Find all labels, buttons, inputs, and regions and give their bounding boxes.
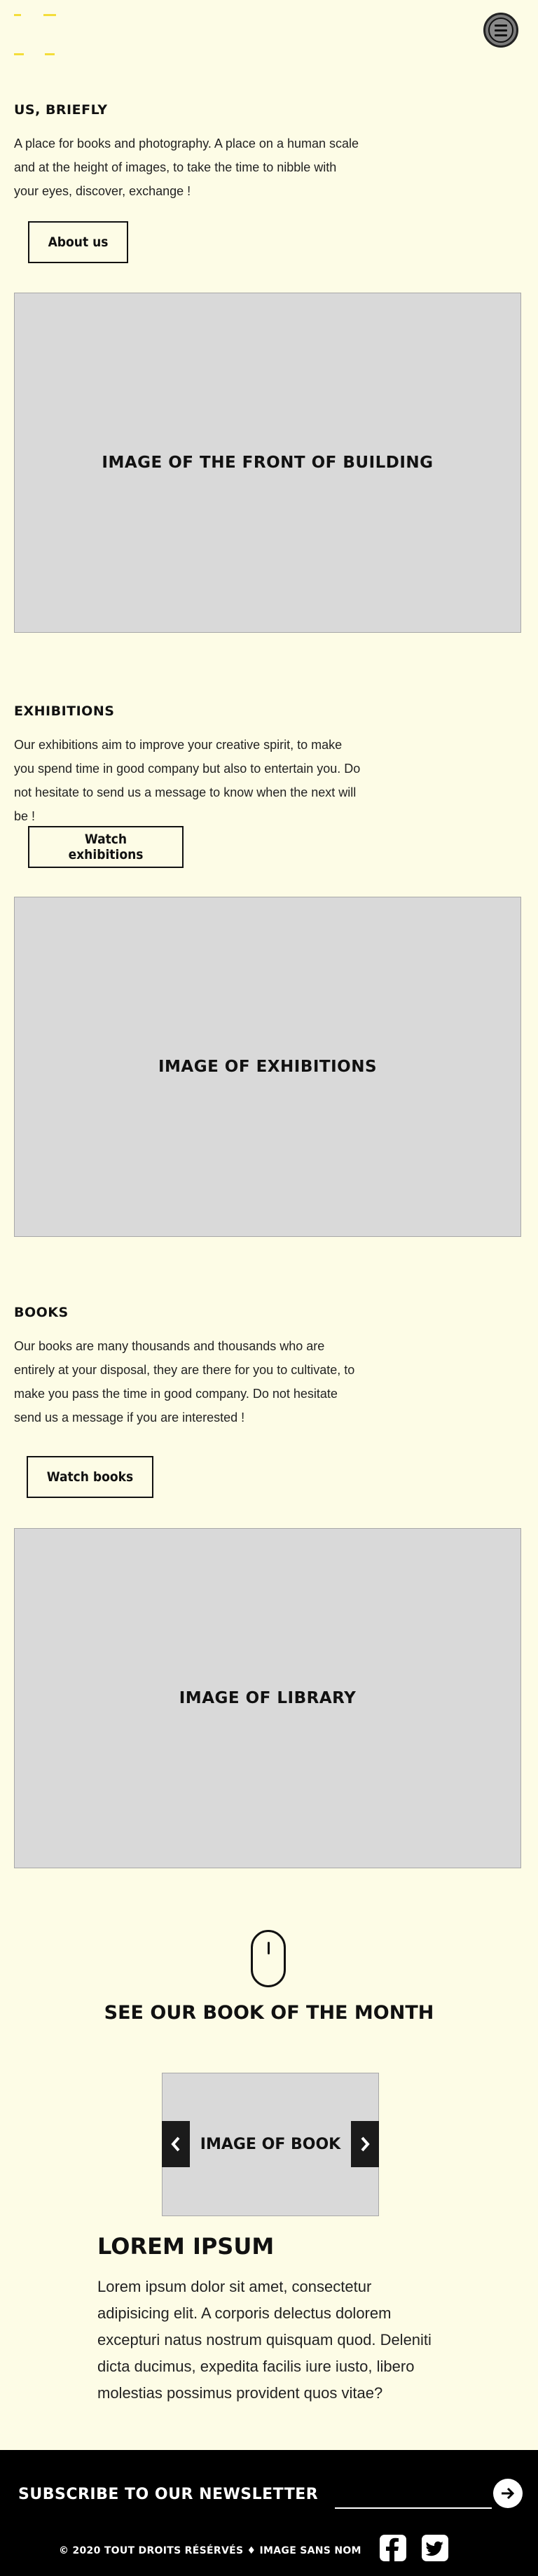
- about-text: A place for books and photography. A pla…: [14, 136, 359, 198]
- mouse-scroll-icon: [251, 1930, 286, 1987]
- book-carousel: IMAGE OF BOOK: [162, 2073, 379, 2216]
- facebook-icon: [380, 2535, 406, 2561]
- facebook-link[interactable]: [379, 2534, 407, 2562]
- books-title: BOOKS: [14, 1305, 69, 1320]
- twitter-icon: [422, 2535, 448, 2561]
- about-title: US, BRIEFLY: [14, 102, 108, 118]
- watch-exhibitions-button[interactable]: Watch exhibitions: [28, 826, 184, 868]
- chevron-right-icon: [361, 2136, 370, 2152]
- hamburger-icon: [488, 18, 513, 43]
- library-image: IMAGE OF LIBRARY: [14, 1528, 521, 1868]
- exhibitions-title: EXHIBITIONS: [14, 704, 115, 719]
- book-title: LOREM IPSUM: [97, 2233, 275, 2260]
- newsletter-label: SUBSCRIBE TO OUR NEWSLETTER: [18, 2486, 319, 2503]
- about-us-button[interactable]: About us: [28, 221, 128, 263]
- book-of-month-title: SEE OUR BOOK OF THE MONTH: [104, 2002, 434, 2024]
- logo[interactable]: [14, 13, 63, 62]
- newsletter-submit-button[interactable]: [493, 2479, 523, 2508]
- copyright-text: © 2020 TOUT DROITS RÉSÉRVÉS ♦ IMAGE SANS…: [59, 2545, 361, 2556]
- book-description: Lorem ipsum dolor sit amet, consectetur …: [97, 2278, 432, 2402]
- exhibitions-text: Our exhibitions aim to improve your crea…: [14, 738, 361, 823]
- twitter-link[interactable]: [421, 2534, 449, 2562]
- watch-books-button[interactable]: Watch books: [27, 1456, 153, 1498]
- menu-button[interactable]: [483, 13, 518, 48]
- about-section: US, BRIEFLY A place for books and photog…: [14, 102, 524, 203]
- carousel-next-button[interactable]: [351, 2121, 379, 2167]
- arrow-right-icon: [502, 2487, 515, 2500]
- exhibitions-section: EXHIBITIONS Our exhibitions aim to impro…: [14, 704, 524, 828]
- carousel-prev-button[interactable]: [162, 2121, 190, 2167]
- books-text: Our books are many thousands and thousan…: [14, 1339, 355, 1424]
- newsletter-email-input[interactable]: [335, 2485, 492, 2509]
- chevron-left-icon: [171, 2136, 180, 2152]
- books-section: BOOKS Our books are many thousands and t…: [14, 1305, 524, 1429]
- footer: SUBSCRIBE TO OUR NEWSLETTER © 2020 TOUT …: [0, 2450, 538, 2576]
- exhibitions-image: IMAGE OF EXHIBITIONS: [14, 897, 521, 1237]
- building-image: IMAGE OF THE FRONT OF BUILDING: [14, 293, 521, 633]
